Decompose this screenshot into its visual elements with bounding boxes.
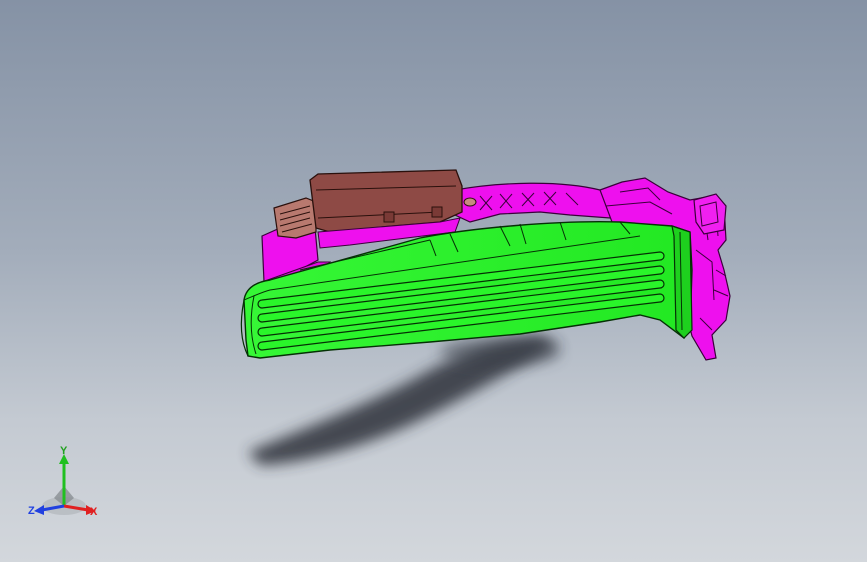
z-axis-arrow-icon xyxy=(34,505,44,515)
x-axis-label: X xyxy=(90,506,98,518)
model-view[interactable] xyxy=(0,0,867,562)
view-orientation-triad[interactable]: Y Z X xyxy=(24,446,108,526)
graphics-viewport[interactable]: Y Z X xyxy=(0,0,867,562)
y-axis-label: Y xyxy=(60,445,68,457)
z-axis-label: Z xyxy=(28,505,35,517)
